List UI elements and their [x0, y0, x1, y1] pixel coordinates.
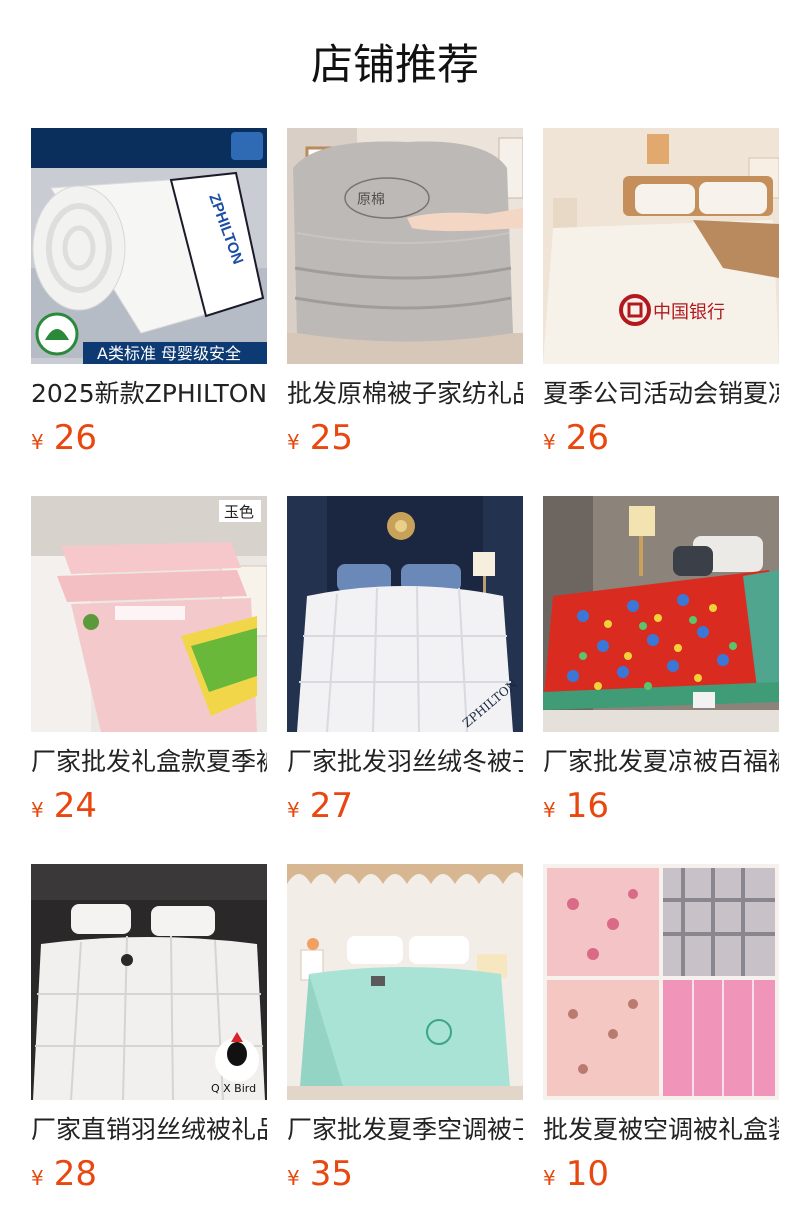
product-image[interactable]	[543, 864, 779, 1100]
store-recommendations: 店铺推荐 ZPHILTON A类标准 母婴级安全 2025新款ZPHILTON …	[0, 0, 790, 1232]
bed-with-bank-logo-image: 中国银行	[543, 128, 779, 364]
product-card[interactable]: 批发夏被空调被礼盒装 ¥ 10	[543, 864, 779, 1232]
product-price: 24	[53, 786, 97, 826]
product-image[interactable]	[287, 864, 523, 1100]
currency-symbol: ¥	[287, 430, 300, 454]
product-title[interactable]: 厂家批发羽丝绒冬被子	[287, 746, 523, 778]
product-card[interactable]: 厂家批发夏季空调被子 ¥ 35	[287, 864, 523, 1232]
currency-symbol: ¥	[31, 798, 44, 822]
four-quilts-collage-image	[543, 864, 779, 1100]
image-banner-text: A类标准 母婴级安全	[97, 344, 241, 363]
product-image[interactable]: 玉色	[31, 496, 267, 732]
currency-symbol: ¥	[543, 1166, 556, 1190]
product-image[interactable]: ZPHILTON	[287, 496, 523, 732]
product-price: 28	[53, 1154, 97, 1194]
product-grid: ZPHILTON A类标准 母婴级安全 2025新款ZPHILTON ¥ 26	[31, 128, 779, 1232]
red-floral-quilt-image	[543, 496, 779, 732]
svg-text:原棉: 原棉	[357, 191, 385, 208]
product-card[interactable]: 玉色 厂家批发礼盒款夏季被 ¥ 24	[31, 496, 267, 864]
folded-quilt-image: 原棉	[287, 128, 523, 364]
product-price: 25	[309, 418, 353, 458]
product-price: 27	[309, 786, 353, 826]
image-label-text: Q X Bird	[211, 1082, 256, 1095]
image-corner-text: 玉色	[224, 503, 254, 521]
product-card[interactable]: 厂家批发夏凉被百福被 ¥ 16	[543, 496, 779, 864]
section-title: 店铺推荐	[310, 40, 479, 89]
rolled-quilt-image: ZPHILTON A类标准 母婴级安全	[31, 128, 267, 364]
price-row: ¥ 26	[543, 418, 779, 458]
price-row: ¥ 16	[543, 786, 779, 826]
product-title[interactable]: 批发原棉被子家纺礼品	[287, 378, 523, 410]
product-title[interactable]: 夏季公司活动会销夏凉被	[543, 378, 779, 410]
currency-symbol: ¥	[287, 1166, 300, 1190]
product-image[interactable]: Q X Bird	[31, 864, 267, 1100]
price-row: ¥ 24	[31, 786, 267, 826]
currency-symbol: ¥	[31, 430, 44, 454]
price-row: ¥ 10	[543, 1154, 779, 1194]
currency-symbol: ¥	[543, 798, 556, 822]
currency-symbol: ¥	[31, 1166, 44, 1190]
product-card[interactable]: ZPHILTON 厂家批发羽丝绒冬被子 ¥ 27	[287, 496, 523, 864]
product-card[interactable]: 中国银行 夏季公司活动会销夏凉被 ¥ 26	[543, 128, 779, 496]
product-title[interactable]: 厂家批发夏季空调被子	[287, 1114, 523, 1146]
price-row: ¥ 35	[287, 1154, 523, 1194]
product-price: 16	[565, 786, 609, 826]
product-image[interactable]: 中国银行	[543, 128, 779, 364]
product-title[interactable]: 批发夏被空调被礼盒装	[543, 1114, 779, 1146]
mint-quilt-image	[287, 864, 523, 1100]
price-row: ¥ 28	[31, 1154, 267, 1194]
price-row: ¥ 27	[287, 786, 523, 826]
product-price: 35	[309, 1154, 353, 1194]
product-card[interactable]: 原棉 批发原棉被子家纺礼品 ¥ 25	[287, 128, 523, 496]
product-title[interactable]: 厂家直销羽丝绒被礼品被	[31, 1114, 267, 1146]
currency-symbol: ¥	[287, 798, 300, 822]
image-label-text: 中国银行	[653, 302, 725, 323]
pink-quilt-image: 玉色	[31, 496, 267, 732]
currency-symbol: ¥	[543, 430, 556, 454]
price-row: ¥ 26	[31, 418, 267, 458]
product-price: 10	[565, 1154, 609, 1194]
product-title[interactable]: 2025新款ZPHILTON	[31, 378, 267, 410]
product-image[interactable]	[543, 496, 779, 732]
product-image[interactable]: ZPHILTON A类标准 母婴级安全	[31, 128, 267, 364]
product-title[interactable]: 厂家批发礼盒款夏季被	[31, 746, 267, 778]
product-card[interactable]: ZPHILTON A类标准 母婴级安全 2025新款ZPHILTON ¥ 26	[31, 128, 267, 496]
product-card[interactable]: Q X Bird 厂家直销羽丝绒被礼品被 ¥ 28	[31, 864, 267, 1232]
product-image[interactable]: 原棉	[287, 128, 523, 364]
product-price: 26	[53, 418, 97, 458]
white-down-duvet-image: Q X Bird	[31, 864, 267, 1100]
product-title[interactable]: 厂家批发夏凉被百福被	[543, 746, 779, 778]
product-price: 26	[565, 418, 609, 458]
price-row: ¥ 25	[287, 418, 523, 458]
white-duvet-image: ZPHILTON	[287, 496, 523, 732]
